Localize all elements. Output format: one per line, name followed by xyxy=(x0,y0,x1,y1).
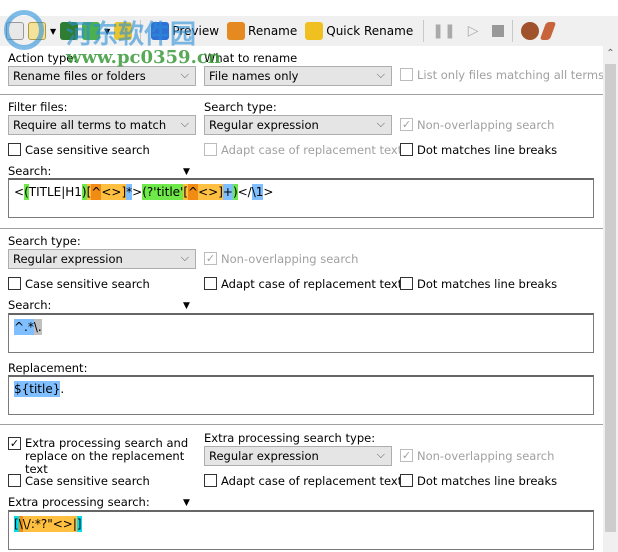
extra-search-label: Extra processing search: xyxy=(8,495,150,509)
options-panel: Action type: What to rename Rename files… xyxy=(0,46,604,552)
pause-icon[interactable]: ❚❚ xyxy=(432,23,455,39)
search-label: Search: xyxy=(8,164,52,178)
play-icon[interactable]: ▷ xyxy=(468,23,479,39)
scrollbar-thumb[interactable] xyxy=(605,64,616,532)
owl-icon[interactable] xyxy=(521,22,540,40)
toolbar: ▼ ▼ Preview Rename Quick Rename ❚❚ ▷ xyxy=(0,16,618,46)
search-type-select[interactable]: Regular expression ⌵ xyxy=(8,249,196,269)
dot-matches-checkbox[interactable]: Dot matches line breaks xyxy=(400,277,557,291)
regex-token: ^ xyxy=(91,184,102,200)
search-input[interactable]: ^.*\. xyxy=(8,313,594,353)
regex-token: > xyxy=(132,185,143,199)
quick-rename-button[interactable]: Quick Rename xyxy=(303,19,415,43)
stop-icon[interactable] xyxy=(492,25,505,37)
vertical-scrollbar[interactable]: ⌃ xyxy=(603,46,618,552)
filter-files-select[interactable]: Require all terms to match ⌵ xyxy=(8,115,196,135)
regex-token: + xyxy=(222,184,233,200)
regex-token: (?'title' xyxy=(142,184,184,200)
regex-token: > xyxy=(263,185,274,199)
history-dropdown-icon[interactable]: ▼ xyxy=(183,498,190,508)
extra-search-type-label: Extra processing search type: xyxy=(204,431,376,445)
regex-token: \. xyxy=(33,319,42,335)
quick-rename-label: Quick Rename xyxy=(326,24,414,38)
regex-token: . xyxy=(60,382,65,396)
regex-token: <> xyxy=(101,184,122,200)
regex-token: TITLE|H1 xyxy=(28,185,82,199)
preview-button[interactable]: Preview xyxy=(149,19,221,43)
chevron-down-icon: ⌵ xyxy=(180,68,189,81)
regex-token: ^.* xyxy=(14,319,34,335)
open-icon[interactable] xyxy=(28,22,46,40)
non-overlapping-checkbox[interactable]: ✓ Non-overlapping search xyxy=(204,252,358,266)
regex-token: \1 xyxy=(251,184,264,200)
regex-token: \/:*?"<>| xyxy=(22,516,77,532)
extra-processing-checkbox[interactable]: ✓ Extra processing search and replace on … xyxy=(8,437,200,476)
extra-search-type-select[interactable]: Regular expression ⌵ xyxy=(204,446,392,466)
regex-token: </ xyxy=(237,185,252,199)
regex-token: < xyxy=(14,185,25,199)
search-input[interactable]: <(TITLE|H1)[^<>]*>(?'title'[^<>]+)</\1> xyxy=(8,178,594,218)
rename-label: Rename xyxy=(248,24,298,38)
rename-icon xyxy=(227,22,246,40)
scroll-up-icon: ⌃ xyxy=(606,48,615,59)
preview-icon xyxy=(151,22,170,40)
case-sensitive-checkbox[interactable]: Case sensitive search xyxy=(8,277,150,291)
regex-token: ^ xyxy=(188,184,199,200)
new-icon[interactable] xyxy=(6,22,24,40)
feather-icon[interactable] xyxy=(540,22,557,40)
search-label: Search: xyxy=(8,298,52,312)
action-type-label: Action type: xyxy=(8,51,78,65)
non-overlapping-checkbox[interactable]: ✓ Non-overlapping search xyxy=(400,449,554,463)
search-type-label: Search type: xyxy=(8,234,81,248)
what-to-rename-select[interactable]: File names only ⌵ xyxy=(204,66,392,86)
adapt-case-checkbox[interactable]: Adapt case of replacement text xyxy=(204,143,402,157)
extra-search-input[interactable]: [\\/:*?"<>|] xyxy=(8,510,594,550)
dot-matches-checkbox[interactable]: Dot matches line breaks xyxy=(400,474,557,488)
non-overlapping-checkbox[interactable]: ✓ Non-overlapping search xyxy=(400,118,554,132)
adapt-case-checkbox[interactable]: Adapt case of replacement text xyxy=(204,474,402,488)
dot-matches-checkbox[interactable]: Dot matches line breaks xyxy=(400,143,557,157)
case-sensitive-checkbox[interactable]: Case sensitive search xyxy=(8,474,150,488)
quick-rename-icon xyxy=(305,22,324,40)
chevron-down-icon: ⌵ xyxy=(376,68,385,81)
save-as-icon[interactable] xyxy=(82,22,101,40)
replacement-input[interactable]: ${title}. xyxy=(8,375,594,415)
preview-label: Preview xyxy=(172,24,220,38)
clipboard-icon[interactable] xyxy=(114,22,133,40)
rename-button[interactable]: Rename xyxy=(225,19,299,43)
chevron-down-icon[interactable]: ▼ xyxy=(104,27,110,36)
chevron-down-icon[interactable]: ▼ xyxy=(50,27,56,36)
regex-token: <> xyxy=(198,184,219,200)
regex-token: ] xyxy=(76,516,82,532)
history-dropdown-icon[interactable]: ▼ xyxy=(183,301,190,311)
filter-files-label: Filter files: xyxy=(8,100,68,114)
search-type-label: Search type: xyxy=(204,100,277,114)
list-only-checkbox[interactable]: List only files matching all terms xyxy=(400,68,604,82)
regex-token: ${title} xyxy=(14,381,61,397)
history-dropdown-icon[interactable]: ▼ xyxy=(183,167,190,177)
save-icon[interactable] xyxy=(60,22,79,40)
adapt-case-checkbox[interactable]: Adapt case of replacement text xyxy=(204,277,402,291)
what-to-rename-label: What to rename xyxy=(204,51,298,65)
case-sensitive-checkbox[interactable]: Case sensitive search xyxy=(8,143,150,157)
action-type-select[interactable]: Rename files or folders ⌵ xyxy=(8,66,196,86)
search-type-select[interactable]: Regular expression ⌵ xyxy=(204,115,392,135)
replacement-label: Replacement: xyxy=(8,361,88,375)
